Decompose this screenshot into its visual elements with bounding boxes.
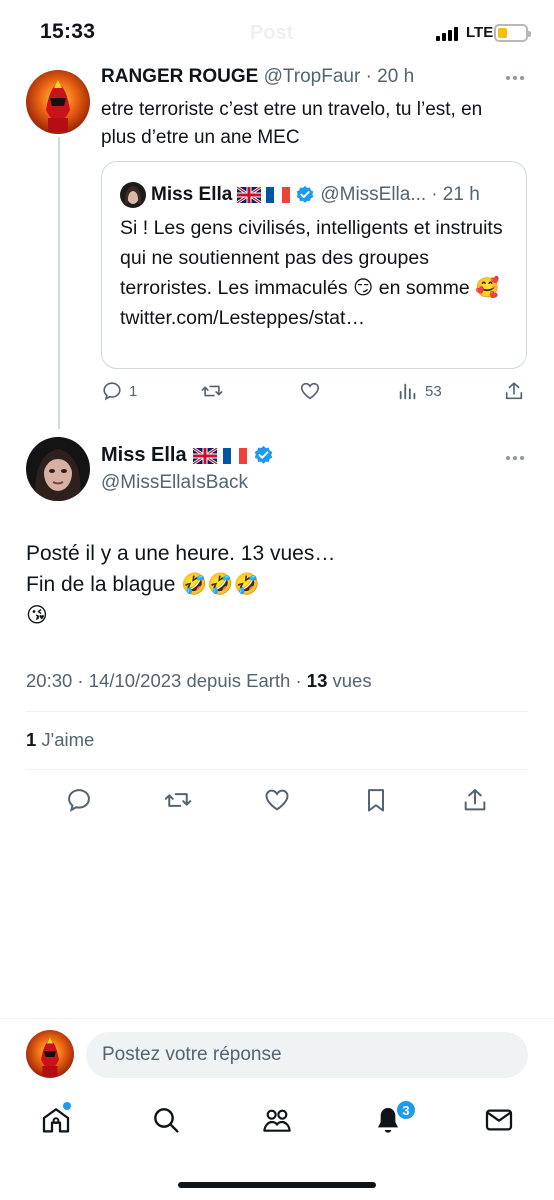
avatar-miss-ella[interactable] (26, 437, 90, 501)
divider (0, 1018, 554, 1019)
thread-line (58, 137, 60, 429)
avatar-current-user[interactable] (26, 1030, 74, 1078)
messages-icon (485, 1109, 513, 1131)
home-indicator (178, 1182, 376, 1188)
home-unread-dot (63, 1102, 71, 1110)
reply-author-name[interactable]: RANGER ROUGE (101, 66, 258, 87)
share-icon (464, 789, 486, 811)
reply-button[interactable] (65, 786, 93, 814)
divider (26, 711, 528, 712)
retweet-button[interactable] (201, 380, 223, 402)
reply-icon (68, 789, 90, 812)
avatar-miss-ella-small (120, 182, 146, 208)
share-button[interactable] (503, 380, 525, 402)
search-icon (154, 1108, 179, 1133)
signal-icon (436, 27, 458, 41)
quoted-author-name: Miss Ella (151, 184, 233, 205)
tweet-meta: 20:30 · 14/10/2023 depuis Earth · 13 vue… (26, 670, 372, 692)
communities-icon (263, 1109, 291, 1132)
like-button[interactable] (299, 380, 321, 402)
main-tweet-line: Fin de la blague 🤣🤣🤣 (26, 573, 260, 596)
likes-label: J'aime (36, 729, 95, 750)
fr-flag-icon (222, 447, 247, 464)
verified-badge-icon (254, 445, 272, 464)
retweet-button[interactable] (164, 786, 192, 814)
nav-search[interactable] (150, 1104, 182, 1136)
bottom-navigation: 3 (0, 1096, 554, 1156)
fr-flag-icon (266, 187, 291, 203)
quoted-tweet-header: Miss Ella @MissElla... · 21 h (120, 182, 480, 208)
main-author-name[interactable]: Miss Ella (101, 444, 187, 467)
more-options-icon[interactable] (506, 456, 524, 460)
main-tweet-header: Miss Ella (101, 444, 274, 467)
bookmark-button[interactable] (362, 786, 390, 814)
status-bar: 15:33 Post LTE (0, 0, 554, 70)
reply-icon (103, 382, 121, 401)
likes-count: 1 (26, 729, 37, 750)
header-title: Post (250, 22, 294, 44)
main-tweet-line: 😘 (26, 604, 48, 627)
analytics-icon (399, 383, 416, 400)
quoted-tweet-text: Si ! Les gens civilisés, intelligents et… (120, 217, 503, 329)
heart-icon (300, 382, 320, 400)
battery-icon (494, 24, 531, 42)
network-label: LTE (466, 24, 494, 41)
reply-tweet-actions: 1 53 (101, 380, 529, 408)
share-icon (505, 382, 523, 400)
nav-messages[interactable] (483, 1104, 515, 1136)
status-time: 15:33 (40, 20, 96, 43)
heart-icon (265, 789, 289, 811)
main-tweet-line: Posté il y a une heure. 13 vues… (26, 542, 336, 565)
notifications-badge: 3 (396, 1100, 416, 1120)
share-button[interactable] (461, 786, 489, 814)
main-tweet-actions (26, 786, 528, 816)
more-options-icon[interactable] (506, 76, 524, 80)
reply-tweet-header: RANGER ROUGE @TropFaur · 20 h (101, 66, 414, 88)
reply-input[interactable]: Postez votre réponse (86, 1032, 528, 1078)
retweet-icon (201, 385, 223, 397)
reply-tweet-text: etre terroriste c’est etre un travelo, t… (101, 99, 483, 148)
verified-badge-icon (296, 185, 314, 203)
reply-input-placeholder: Postez votre réponse (102, 1044, 282, 1065)
reply-time: · 20 h (365, 66, 415, 87)
quoted-tweet-card[interactable]: Miss Ella @MissElla... · 21 h Si ! Les g… (101, 161, 527, 369)
views-button[interactable]: 53 (397, 380, 442, 402)
uk-flag-icon (237, 187, 262, 203)
divider (26, 769, 528, 770)
nav-communities[interactable] (261, 1104, 293, 1136)
tweet-timestamp[interactable]: 20:30 · 14/10/2023 depuis Earth · (26, 670, 307, 691)
reply-author-handle[interactable]: @TropFaur (264, 66, 361, 87)
quoted-author-handle: @MissElla... (320, 184, 427, 205)
bookmark-icon (368, 789, 384, 812)
reply-count: 1 (129, 382, 138, 400)
views-total: 13 (306, 670, 328, 691)
quoted-time: · 21 h (431, 184, 480, 205)
like-button[interactable] (263, 786, 291, 814)
avatar-ranger-rouge[interactable] (26, 70, 90, 134)
views-count: 53 (425, 382, 442, 400)
reply-button[interactable]: 1 (101, 380, 137, 402)
uk-flag-icon (192, 447, 217, 464)
main-tweet-text: Posté il y a une heure. 13 vues… Fin de … (26, 538, 526, 631)
likes-summary[interactable]: 1 J'aime (26, 729, 94, 751)
views-label: vues (327, 670, 372, 691)
retweet-icon (164, 793, 192, 807)
main-author-handle[interactable]: @MissEllaIsBack (101, 472, 248, 494)
